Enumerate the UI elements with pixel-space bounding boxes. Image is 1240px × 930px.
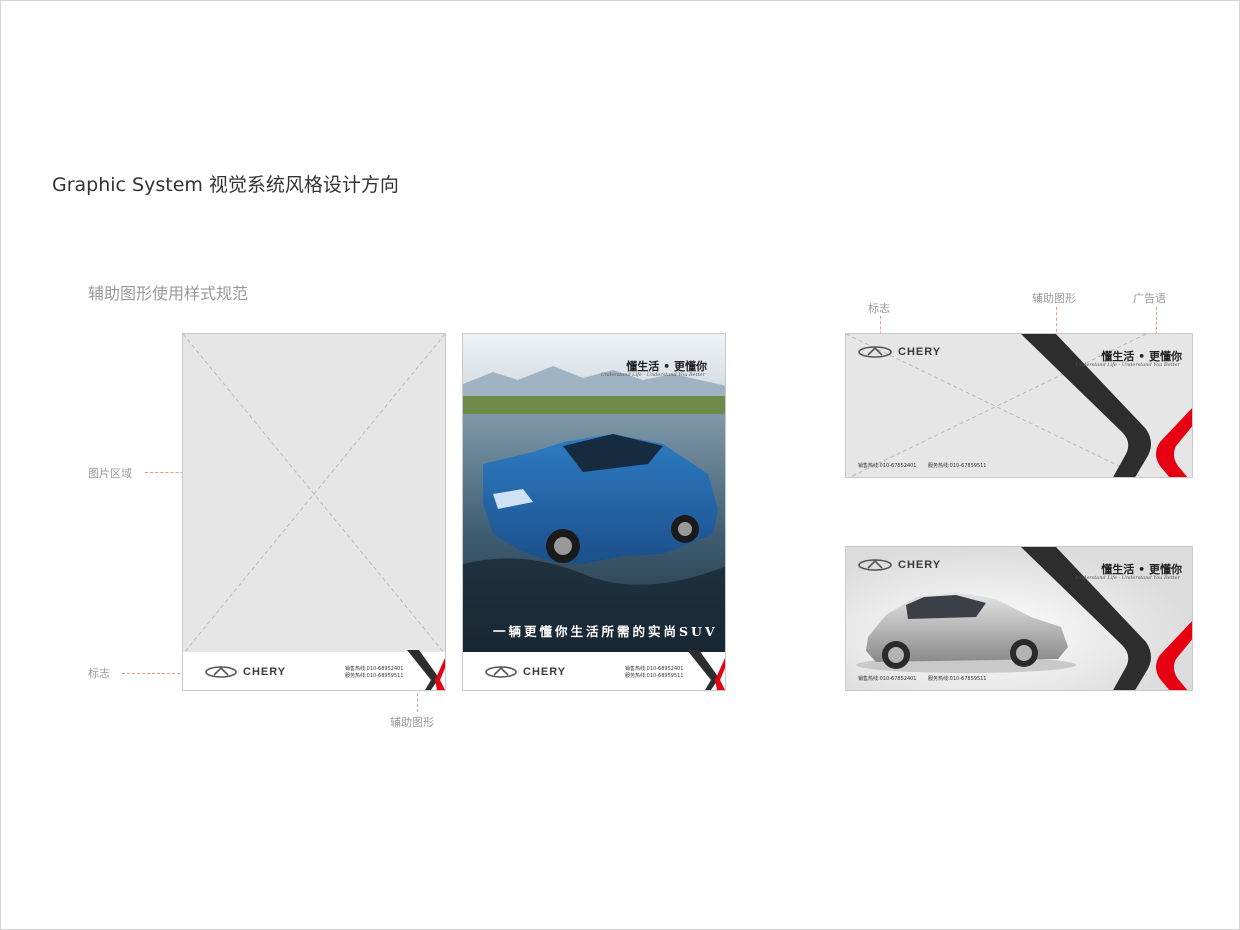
ad-slogan-en: Understand Life · Understand You Better	[1075, 575, 1180, 581]
service-hotline: 服务热线:010-67859511	[928, 463, 987, 469]
logo-label-right: 标志	[868, 302, 890, 315]
sales-hotline: 销售热线:010-67852401	[858, 676, 917, 682]
chery-wordmark: CHERY	[898, 559, 942, 571]
banner-template: CHERY 懂生活 • 更懂你 Understand Life · Unders…	[845, 333, 1193, 478]
page-title: Graphic System 视觉系统风格设计方向	[52, 174, 399, 196]
chery-logo: CHERY	[858, 346, 941, 358]
chery-logo: CHERY	[858, 559, 941, 571]
chery-emblem-icon	[485, 666, 517, 678]
poster-headline: 一辆更懂你生活所需的实尚SUV	[493, 624, 718, 639]
chery-logo: CHERY	[485, 666, 566, 678]
aux-graphic	[687, 650, 725, 690]
chery-emblem-icon	[858, 346, 892, 358]
chery-wordmark: CHERY	[898, 346, 942, 358]
ad-slogan-label: 广告语	[1133, 292, 1166, 305]
sales-hotline: 销售热线:010-67852401	[858, 463, 917, 469]
chery-wordmark: CHERY	[243, 666, 287, 678]
chery-logo: CHERY	[205, 666, 286, 678]
ad-slogan-en: Understand Life · Understand You Better	[1075, 362, 1180, 368]
poster-photo: 懂生活 • 更懂你 Understand Life · Understand Y…	[462, 333, 726, 691]
chery-emblem-icon	[205, 666, 237, 678]
image-placeholder-cross	[183, 334, 445, 654]
chery-emblem-icon	[858, 559, 892, 571]
ad-slogan-en: Understand Life · Understand You Better	[600, 372, 705, 378]
service-hotline: 服务热线:010-67859511	[928, 676, 987, 682]
aux-graphic-label-bottom: 辅助图形	[390, 716, 434, 729]
logo-label-left: 标志	[88, 667, 110, 680]
aux-graphic-label-top: 辅助图形	[1032, 292, 1076, 305]
chery-wordmark: CHERY	[523, 666, 567, 678]
picture-area-label: 图片区域	[88, 467, 132, 480]
section-subtitle: 辅助图形使用样式规范	[88, 284, 249, 303]
aux-graphic	[407, 650, 445, 690]
poster-template: CHERY 销售热线:010-68952401 服务热线:010-6895951…	[182, 333, 446, 691]
banner-photo: CHERY 懂生活 • 更懂你 Understand Life · Unders…	[845, 546, 1193, 691]
suv-photo	[463, 334, 725, 654]
